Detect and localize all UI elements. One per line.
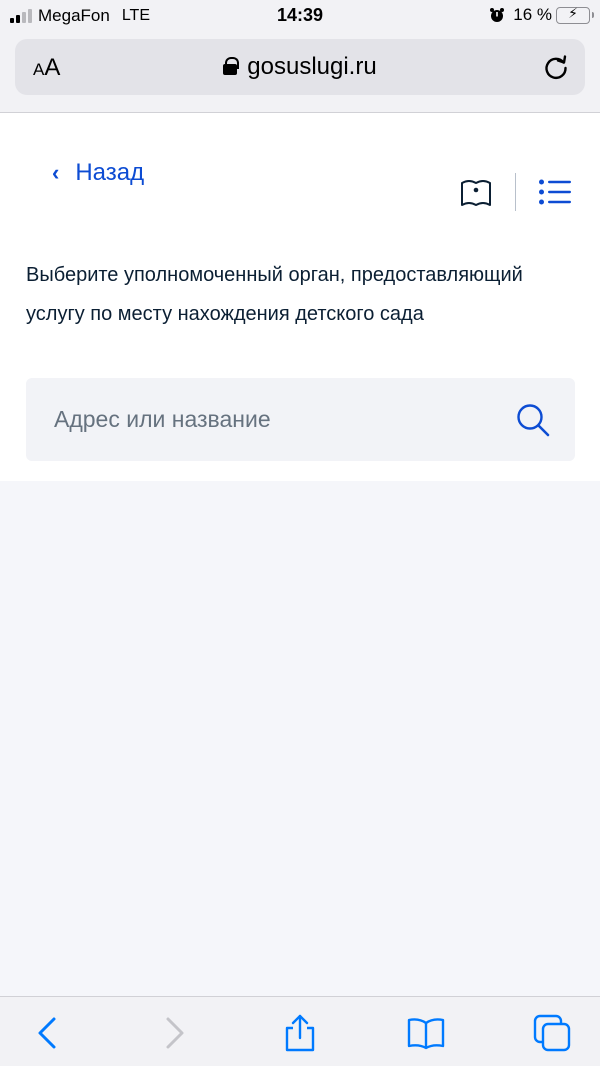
browser-address-area: AA gosuslugi.ru [0,34,600,113]
battery-percent: 16 % [513,5,552,24]
reload-icon[interactable] [541,52,571,82]
search-input[interactable] [26,378,506,461]
browser-toolbar [0,996,600,1066]
search-box[interactable] [26,378,575,461]
lock-icon [223,57,240,75]
url-display[interactable]: gosuslugi.ru [15,53,585,81]
status-right: 16 % ⚡ [489,4,594,25]
address-bar[interactable]: AA gosuslugi.ru [15,39,585,95]
alarm-clock-icon [490,8,505,22]
list-menu-icon[interactable] [538,177,572,207]
url-text: gosuslugi.ru [247,53,377,80]
battery-charging-icon: ⚡ [556,4,594,24]
page-content: ‹ Назад Выберите уполномоченный орган, п… [0,113,600,481]
map-icon[interactable] [458,175,494,211]
back-link[interactable]: ‹ Назад [52,159,144,187]
bookmarks-icon[interactable] [406,1013,446,1053]
header-divider [515,173,516,211]
back-label: Назад [75,159,145,186]
page-prompt: Выберите уполномоченный орган, предостав… [26,264,523,325]
tabs-icon[interactable] [532,1013,572,1053]
charging-bolt-icon: ⚡ [568,4,578,21]
status-bar: MegaFon LTE 14:39 16 % ⚡ [0,0,600,34]
chevron-left-icon: ‹ [52,160,60,185]
share-icon[interactable] [280,1013,320,1053]
search-icon[interactable] [515,402,551,438]
browser-forward-icon[interactable] [154,1013,194,1053]
browser-back-icon[interactable] [28,1013,68,1053]
